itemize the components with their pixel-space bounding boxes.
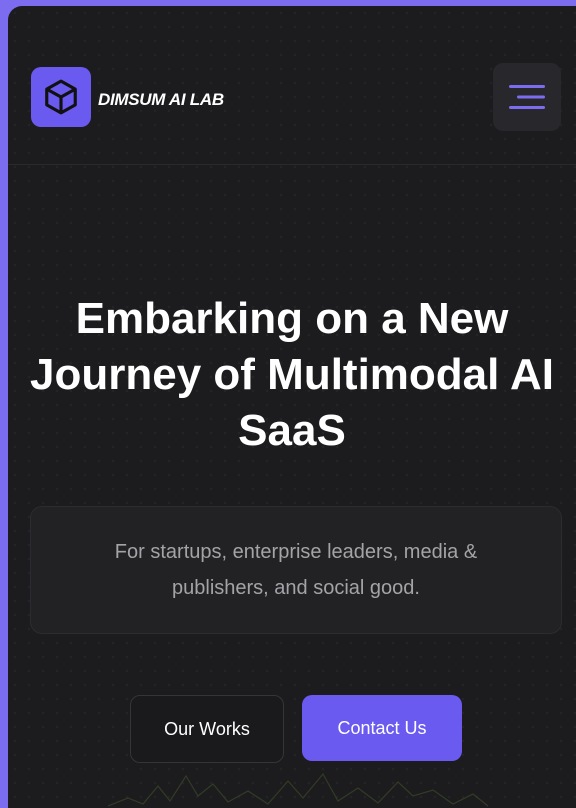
site-header: DIMSUM AI LAB [8, 6, 576, 165]
hero-title: Embarking on a New Journey of Multimodal… [30, 294, 554, 455]
hamburger-menu-icon [509, 85, 545, 109]
hero-subtitle: For startups, enterprise leaders, media … [114, 541, 478, 599]
page-frame: DIMSUM AI LAB Embarking on a New Journey… [8, 6, 576, 808]
brand-name[interactable]: DIMSUM AI LAB [98, 90, 224, 110]
cube-icon [45, 79, 77, 115]
decorative-waveform [108, 772, 488, 807]
logo[interactable] [31, 67, 91, 127]
menu-button[interactable] [493, 63, 561, 131]
subtitle-card: For startups, enterprise leaders, media … [30, 506, 562, 634]
